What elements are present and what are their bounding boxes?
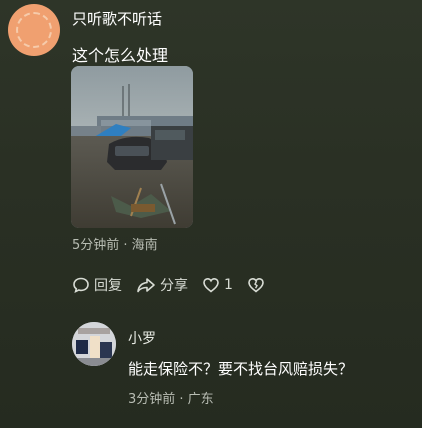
- avatar-decoration: [16, 12, 52, 48]
- reply-avatar[interactable]: [72, 322, 116, 366]
- dislike-button[interactable]: [247, 276, 269, 294]
- like-count: 1: [224, 277, 233, 293]
- broken-heart-icon: [248, 277, 264, 293]
- comment-image[interactable]: [71, 66, 193, 228]
- comment-image-photo: [71, 66, 193, 228]
- comment-actions: 回复 分享 1: [72, 275, 283, 295]
- reply-avatar-image: [72, 322, 116, 366]
- like-button[interactable]: 1: [202, 276, 233, 294]
- share-button[interactable]: 分享: [136, 275, 188, 295]
- avatar[interactable]: [8, 4, 60, 56]
- comment-username[interactable]: 只听歌不听话: [72, 8, 162, 29]
- comment-meta: 5分钟前 · 海南: [72, 238, 158, 253]
- share-label: 分享: [160, 278, 188, 294]
- heart-icon: [203, 277, 219, 293]
- reply-text: 能走保险不？要不找台风赔损失？: [128, 360, 354, 378]
- comment-bubble-icon: [73, 277, 89, 293]
- comment-text: 这个怎么处理: [72, 46, 169, 65]
- reply-username[interactable]: 小罗: [128, 328, 156, 348]
- reply-meta: 3分钟前 · 广东: [128, 392, 214, 407]
- reply-label: 回复: [94, 278, 122, 294]
- reply-button[interactable]: 回复: [72, 275, 122, 295]
- share-arrow-icon: [137, 278, 155, 293]
